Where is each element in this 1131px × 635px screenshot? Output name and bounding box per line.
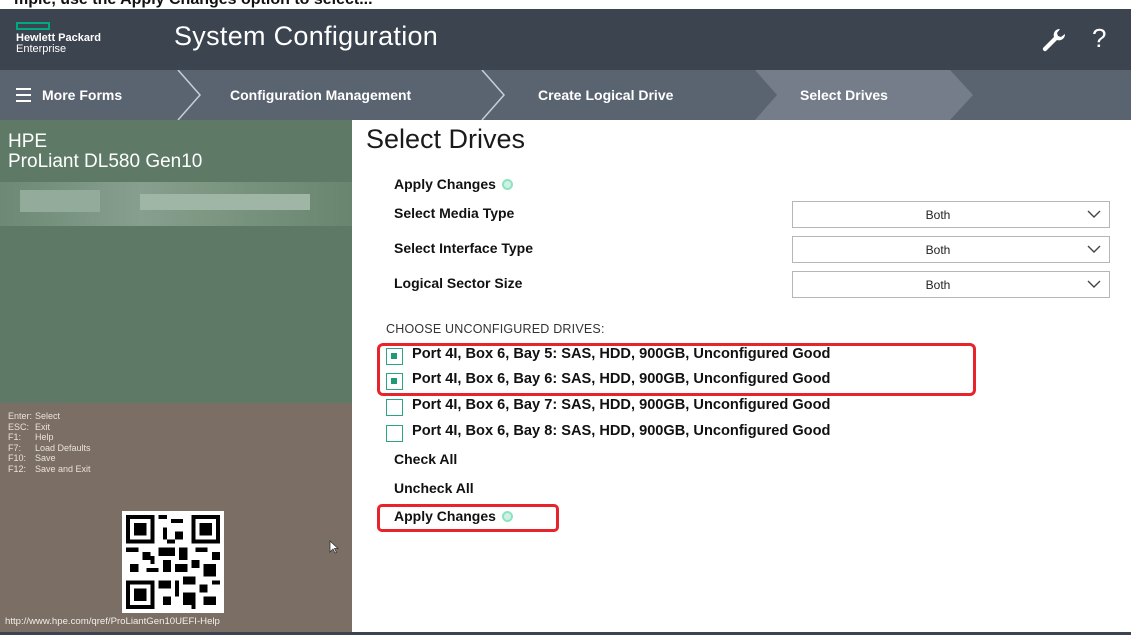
breadcrumb-item-select-drives[interactable]: Select Drives	[800, 70, 888, 120]
interface-type-value: Both	[925, 243, 951, 257]
interface-type-label: Select Interface Type	[394, 240, 534, 256]
help-url[interactable]: http://www.hpe.com/qref/ProLiantGen10UEF…	[5, 616, 220, 627]
interface-type-select[interactable]: Both	[792, 236, 1110, 263]
product-panel: HPE ProLiant DL580 Gen10	[0, 120, 352, 403]
media-type-value: Both	[925, 208, 951, 222]
unconfigured-drives-heading: CHOOSE UNCONFIGURED DRIVES:	[386, 322, 605, 336]
key-action: Help	[35, 432, 54, 443]
key-action: Exit	[35, 421, 51, 432]
mouse-cursor-icon	[329, 540, 339, 554]
logo-bar	[16, 22, 50, 30]
product-model: ProLiant DL580 Gen10	[8, 151, 203, 172]
breadcrumb-chevron-icon	[177, 70, 201, 120]
key-name: Enter:	[8, 411, 33, 421]
key-row: ESC: Exit	[8, 422, 91, 433]
qr-code	[122, 511, 224, 613]
breadcrumb: More Forms Configuration Management Crea…	[0, 70, 1131, 120]
key-name: F7:	[8, 442, 22, 453]
chevron-down-icon	[1087, 245, 1101, 253]
highlight-box-apply-changes	[377, 504, 559, 532]
highlight-box-selected-drives	[377, 343, 976, 396]
page-title: Select Drives	[366, 124, 526, 154]
chevron-down-icon	[1087, 280, 1101, 288]
logo-line2: Enterprise	[16, 43, 67, 55]
hamburger-menu-icon[interactable]	[16, 88, 31, 102]
key-legend: Enter: Select ESC: Exit F1: Help F7: Load De…	[8, 411, 91, 475]
key-name: ESC:	[8, 421, 30, 432]
uncheck-all-button[interactable]: Uncheck All	[394, 480, 474, 496]
status-dot-icon	[501, 178, 513, 190]
key-name: F10:	[8, 453, 27, 464]
redacted-block	[140, 194, 310, 210]
key-row: F10: Save	[8, 453, 91, 464]
breadcrumb-chevron-icon	[481, 70, 505, 120]
key-row: F12: Save and Exit	[8, 464, 91, 475]
redacted-block	[20, 190, 100, 212]
sector-size-label: Logical Sector Size	[394, 275, 523, 291]
key-row: F7: Load Defaults	[8, 443, 91, 454]
key-action: Select	[35, 411, 61, 421]
drive-label: Port 4I, Box 6, Bay 8: SAS, HDD, 900GB, …	[412, 423, 831, 439]
chevron-down-icon	[1087, 210, 1101, 218]
wrench-icon[interactable]	[1040, 27, 1066, 53]
drive-label: Port 4I, Box 6, Bay 7: SAS, HDD, 900GB, …	[412, 397, 831, 413]
checkbox[interactable]	[386, 399, 403, 416]
key-name: F1:	[8, 432, 22, 443]
checkbox[interactable]	[386, 425, 403, 442]
caption-strip: mple, use the Apply Changes option to se…	[0, 0, 1131, 9]
key-help-panel: Enter: Select ESC: Exit F1: Help F7: Load De…	[0, 403, 352, 635]
breadcrumb-item-configuration-management[interactable]: Configuration Management	[230, 70, 411, 120]
key-action: Load Defaults	[35, 442, 91, 453]
sector-size-value: Both	[925, 278, 951, 292]
help-button[interactable]: ?	[1092, 23, 1106, 54]
more-forms-link[interactable]: More Forms	[42, 70, 122, 120]
media-type-select[interactable]: Both	[792, 201, 1110, 228]
key-action: Save	[35, 453, 56, 464]
key-action: Save and Exit	[35, 463, 91, 474]
key-row: Enter: Select	[8, 411, 91, 422]
key-row: F1: Help	[8, 432, 91, 443]
hpe-logo: Hewlett Packard Enterprise	[16, 22, 101, 55]
sector-size-select[interactable]: Both	[792, 271, 1110, 298]
key-name: F12:	[8, 463, 27, 474]
app-title: System Configuration	[174, 21, 439, 51]
check-all-button[interactable]: Check All	[394, 451, 457, 467]
media-type-label: Select Media Type	[394, 205, 515, 221]
breadcrumb-item-create-logical-drive[interactable]: Create Logical Drive	[538, 70, 673, 120]
caption-text: mple, use the Apply Changes option to se…	[14, 0, 373, 9]
product-brand: HPE	[8, 131, 48, 152]
apply-changes-label: Apply Changes	[394, 176, 496, 192]
apply-changes-top[interactable]: Apply Changes	[394, 176, 513, 192]
app-header: Hewlett Packard Enterprise System Config…	[0, 9, 1131, 70]
